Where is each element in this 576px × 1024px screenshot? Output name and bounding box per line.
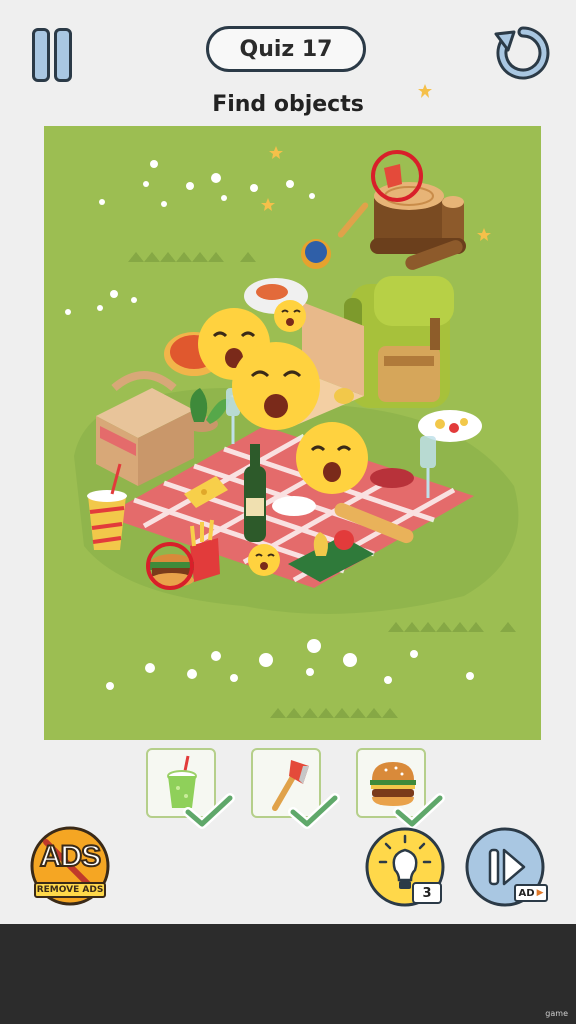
- pause-icon-bar: [54, 28, 72, 82]
- star-decoration-icon: [418, 84, 432, 98]
- ads-label: ADS: [39, 839, 102, 874]
- hint-count-badge: 3: [412, 882, 442, 904]
- quiz-number-label: Quiz 17: [206, 26, 366, 72]
- game-screen: Quiz 17 Find objects ADS REMOVE ADS 3 AD…: [0, 0, 576, 924]
- restart-icon: [494, 26, 550, 80]
- remove-ads-label: REMOVE ADS: [34, 882, 106, 898]
- footer-tag: game: [545, 1009, 568, 1018]
- found-check-icon: [288, 793, 340, 829]
- skip-level-button[interactable]: AD ▶: [464, 826, 550, 908]
- hint-button[interactable]: 3: [364, 826, 446, 908]
- watch-ad-badge: AD ▶: [514, 884, 548, 902]
- instruction-text: Find objects: [212, 92, 364, 117]
- pause-icon: [32, 28, 50, 82]
- play-triangle-icon: ▶: [536, 888, 544, 898]
- hidden-object-scene[interactable]: [44, 126, 541, 740]
- restart-button[interactable]: [494, 24, 552, 82]
- found-check-icon: [183, 793, 235, 829]
- ad-label-text: AD: [518, 887, 535, 899]
- remove-ads-button[interactable]: ADS REMOVE ADS: [28, 824, 112, 908]
- picnic-illustration: [65, 146, 519, 718]
- pause-button[interactable]: [32, 24, 74, 82]
- quiz-label-text: Quiz 17: [239, 36, 333, 62]
- bottom-bar: game: [0, 924, 576, 1024]
